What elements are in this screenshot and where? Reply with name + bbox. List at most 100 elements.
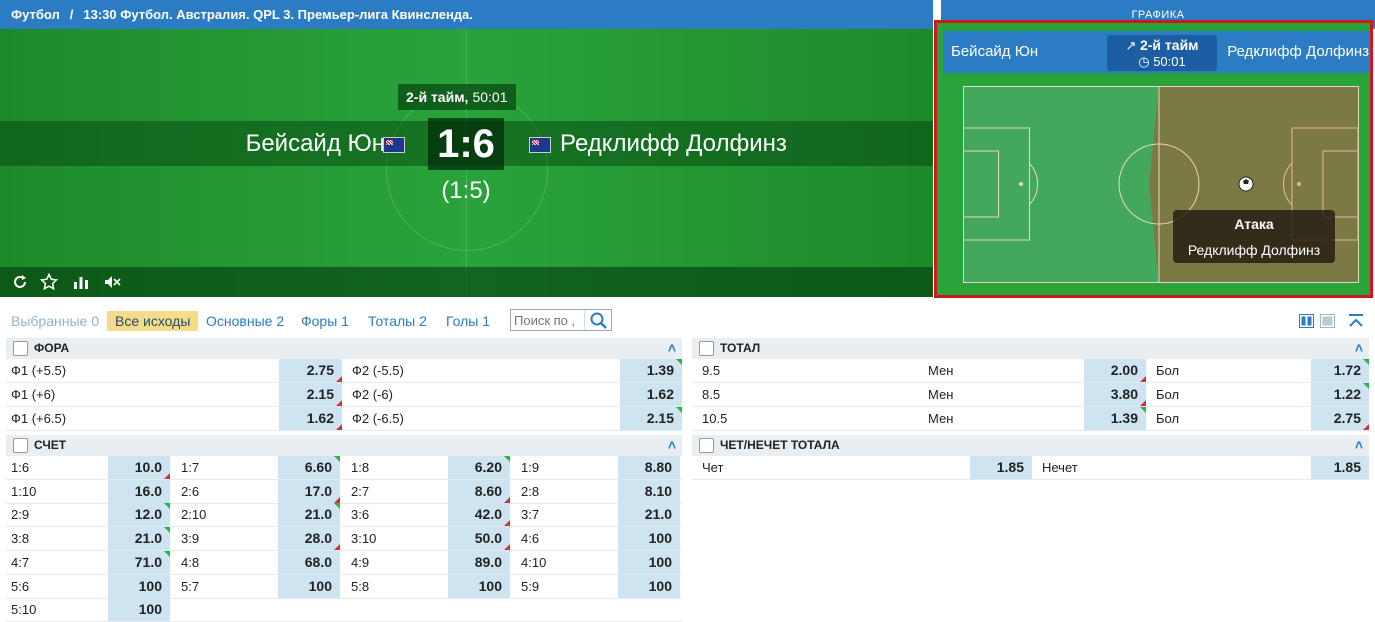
- table-row: 2:9 12.0 2:10 21.0 3:6 42.0 3:7 21.0: [6, 503, 682, 528]
- odds-cell[interactable]: 1.39: [620, 359, 682, 382]
- controls-bar: [0, 267, 933, 297]
- refresh-icon[interactable]: [11, 273, 29, 295]
- odds-cell[interactable]: 1.85: [970, 456, 1032, 479]
- score-label: 3:8: [11, 531, 30, 547]
- table-row: 9.5 Мен 2.00 Бол 1.72: [692, 359, 1369, 383]
- odds-cell[interactable]: 10.0: [108, 456, 170, 479]
- odds-cell[interactable]: 2.00: [1084, 359, 1146, 382]
- odds-cell[interactable]: 21.0: [108, 527, 170, 551]
- score-label: 2:9: [11, 507, 30, 523]
- section-handicap: ФОРА ˄: [6, 338, 682, 359]
- chevron-up-icon[interactable]: ˄: [1355, 338, 1363, 359]
- odds-cell[interactable]: 21.0: [278, 503, 340, 527]
- odds-cell[interactable]: 100: [618, 527, 680, 551]
- filter-main[interactable]: Основные 2: [206, 311, 284, 331]
- match-score: 1:6: [428, 118, 504, 170]
- score-label: 2:7: [351, 483, 370, 499]
- odds-cell[interactable]: 1.39: [1084, 407, 1146, 430]
- odds-cell[interactable]: 100: [108, 598, 170, 622]
- odds-cell[interactable]: 89.0: [448, 550, 510, 574]
- odds-cell[interactable]: 1.85: [1311, 456, 1369, 479]
- one-column-view-icon[interactable]: [1320, 314, 1335, 331]
- filter-all[interactable]: Все исходы: [107, 311, 199, 331]
- odds-cell[interactable]: 100: [108, 574, 170, 598]
- odd-label: Нечет: [1042, 460, 1078, 475]
- statistics-icon[interactable]: [72, 273, 90, 295]
- odds-cell[interactable]: 21.0: [618, 503, 680, 527]
- odds-cell[interactable]: 17.0: [278, 479, 340, 503]
- correct-score-checkbox[interactable]: [13, 438, 28, 453]
- odds-cell[interactable]: 100: [618, 550, 680, 574]
- chevron-up-icon[interactable]: ˄: [668, 435, 676, 456]
- under-label: Мен: [928, 411, 954, 426]
- sport-link[interactable]: Футбол: [11, 7, 60, 22]
- chevron-up-icon[interactable]: ˄: [1355, 435, 1363, 456]
- under-label: Мен: [928, 387, 954, 402]
- score-label: 4:10: [521, 554, 547, 570]
- odds-cell[interactable]: 68.0: [278, 550, 340, 574]
- odds-cell[interactable]: 1.62: [620, 383, 682, 406]
- graphics-panel: Бейсайд Юн ↗ 2-й тайм ◷ 50:01 Редклифф Д…: [934, 20, 1373, 298]
- score-label: 4:7: [11, 554, 30, 570]
- total-line: 10.5: [702, 411, 728, 426]
- odds-cell[interactable]: 28.0: [278, 527, 340, 551]
- odd-even-checkbox[interactable]: [699, 438, 714, 453]
- over-label: Бол: [1156, 363, 1180, 378]
- section-total: ТОТАЛ ˄: [692, 338, 1369, 359]
- odds-cell[interactable]: 2.75: [279, 359, 342, 382]
- filter-totals[interactable]: Тоталы 2: [368, 311, 427, 331]
- search-input[interactable]: [514, 312, 584, 328]
- pitch-right-spot: [1297, 182, 1301, 186]
- filter-selected[interactable]: Выбранные 0: [11, 311, 99, 331]
- odds-cell[interactable]: 1.72: [1311, 359, 1369, 382]
- score-label: 4:8: [181, 554, 200, 570]
- odds-cell[interactable]: 6.20: [448, 456, 510, 479]
- table-row: 1:6 10.0 1:7 6.60 1:8 6.20 1:9 8.80: [6, 456, 682, 480]
- odds-cell[interactable]: 1.62: [279, 407, 342, 430]
- filter-goals[interactable]: Голы 1: [446, 311, 490, 331]
- favorite-star-icon[interactable]: [39, 272, 59, 295]
- breadcrumb-separator: /: [69, 7, 74, 22]
- team1-flag-icon: [383, 137, 405, 153]
- two-column-view-icon[interactable]: [1299, 314, 1314, 331]
- odds-cell[interactable]: 16.0: [108, 479, 170, 503]
- under-label: Мен: [928, 363, 954, 378]
- odds-cell[interactable]: 3.80: [1084, 383, 1146, 406]
- handicap-label: Ф1 (+6): [11, 387, 56, 402]
- event-tooltip: Атака Редклифф Долфинз: [1173, 210, 1335, 263]
- sound-off-icon[interactable]: [103, 273, 121, 295]
- handicap-checkbox[interactable]: [13, 341, 28, 356]
- odds-cell[interactable]: 100: [278, 574, 340, 598]
- odds-cell[interactable]: 2.75: [1311, 407, 1369, 430]
- pitch-left-spot: [1019, 182, 1023, 186]
- search-icon[interactable]: [584, 310, 611, 330]
- handicap-label: Ф2 (-6.5): [352, 411, 404, 426]
- even-label: Чет: [702, 460, 724, 475]
- odds-cell[interactable]: 8.60: [448, 479, 510, 503]
- odds-cell[interactable]: 2.15: [620, 407, 682, 430]
- filter-handicaps[interactable]: Форы 1: [301, 311, 349, 331]
- odds-cell[interactable]: 12.0: [108, 503, 170, 527]
- graphics-time: 50:01: [1153, 54, 1186, 69]
- search-box: [510, 309, 612, 331]
- odds-cell[interactable]: 42.0: [448, 503, 510, 527]
- graphics-period-badge: ↗ 2-й тайм ◷ 50:01: [1107, 35, 1217, 71]
- odds-cell[interactable]: 8.10: [618, 479, 680, 503]
- collapse-all-icon[interactable]: [1348, 314, 1364, 331]
- odds-cell[interactable]: 71.0: [108, 550, 170, 574]
- odds-cell[interactable]: 100: [448, 574, 510, 598]
- table-row: 5:6 100 5:7 100 5:8 100 5:9 100: [6, 574, 682, 599]
- correct-score-title: СЧЕТ: [34, 438, 67, 452]
- event-team: Редклифф Долфинз: [1187, 242, 1321, 258]
- total-checkbox[interactable]: [699, 341, 714, 356]
- odds-cell[interactable]: 100: [618, 574, 680, 598]
- half-time-score: (1:5): [441, 177, 491, 204]
- score-label: 5:7: [181, 578, 200, 594]
- table-row: 8.5 Мен 3.80 Бол 1.22: [692, 383, 1369, 407]
- odds-cell[interactable]: 1.22: [1311, 383, 1369, 406]
- odds-cell[interactable]: 50.0: [448, 527, 510, 551]
- odds-cell[interactable]: 2.15: [279, 383, 342, 406]
- odds-cell[interactable]: 8.80: [618, 456, 680, 479]
- odds-cell[interactable]: 6.60: [278, 456, 340, 479]
- chevron-up-icon[interactable]: ˄: [668, 338, 676, 359]
